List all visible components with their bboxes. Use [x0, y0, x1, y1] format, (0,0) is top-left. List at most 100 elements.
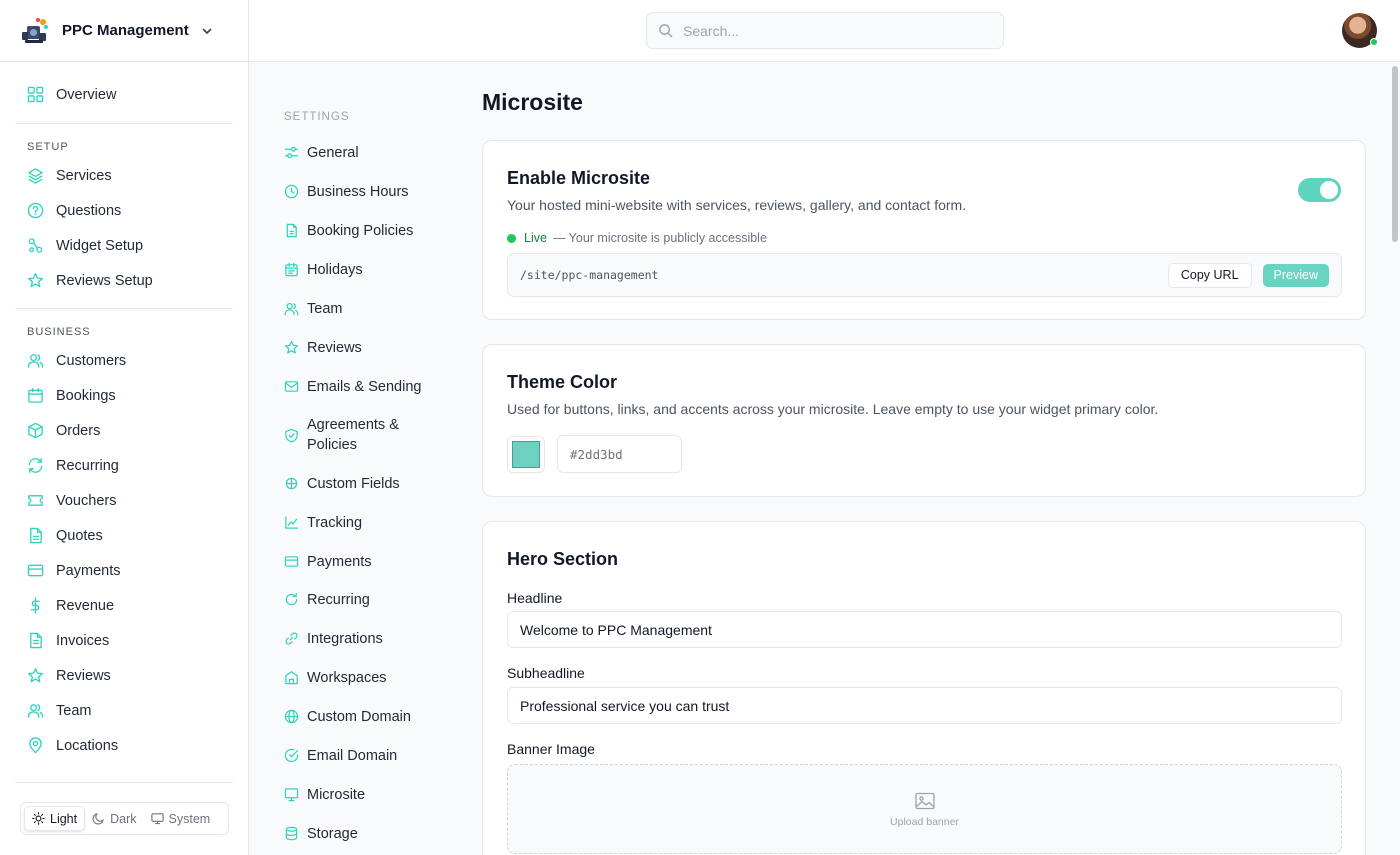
nav-item-orders[interactable]: Orders: [15, 413, 233, 448]
star-icon: [28, 668, 43, 683]
enable-microsite-toggle[interactable]: [1298, 178, 1341, 202]
hero-section-card: Hero Section Headline Subheadline Banner…: [482, 521, 1366, 855]
card-description: Your hosted mini-website with services, …: [507, 197, 967, 213]
settings-item-tracking[interactable]: Tracking: [284, 513, 362, 533]
nav-item-recurring[interactable]: Recurring: [15, 448, 233, 483]
theme-system-button[interactable]: System: [144, 806, 218, 831]
theme-label: Dark: [110, 811, 137, 826]
status-label: Live: [524, 231, 547, 245]
clock-icon: [284, 184, 299, 199]
credit-card-icon: [27, 564, 44, 577]
settings-item-recurring[interactable]: Recurring: [284, 590, 370, 610]
settings-item-email-domain[interactable]: Email Domain: [284, 746, 397, 766]
settings-label: Holidays: [307, 262, 363, 278]
calendar-icon: [285, 262, 298, 277]
nav-item-invoices[interactable]: Invoices: [15, 623, 233, 658]
status-indicator: Live — Your microsite is publicly access…: [507, 231, 767, 245]
nav-item-team[interactable]: Team: [15, 693, 233, 728]
nav-label: Recurring: [56, 457, 119, 474]
layers-icon: [28, 168, 43, 184]
nav-item-payments[interactable]: Payments: [15, 553, 233, 588]
nav-item-locations[interactable]: Locations: [15, 728, 233, 763]
settings-item-booking-policies[interactable]: Booking Policies: [284, 221, 413, 241]
nav-label: Reviews Setup: [56, 272, 153, 289]
section-heading-setup: SETUP: [27, 141, 69, 153]
banner-upload-dropzone[interactable]: Upload banner: [507, 764, 1342, 854]
search-input[interactable]: [683, 22, 973, 39]
nav-item-revenue[interactable]: Revenue: [15, 588, 233, 623]
headline-input[interactable]: [507, 611, 1342, 648]
preview-button[interactable]: Preview: [1262, 263, 1329, 287]
theme-switcher: Light Dark System: [20, 802, 229, 835]
settings-item-custom-fields[interactable]: Custom Fields: [284, 474, 400, 494]
avatar[interactable]: [1342, 13, 1378, 48]
nav-item-overview[interactable]: Overview: [15, 76, 233, 113]
settings-item-storage[interactable]: Storage: [284, 824, 358, 844]
settings-label: Workspaces: [307, 670, 387, 686]
nav-item-reviews-setup[interactable]: Reviews Setup: [15, 263, 233, 298]
settings-label: General: [307, 145, 359, 161]
settings-item-microsite[interactable]: Microsite: [284, 785, 365, 805]
settings-label: Storage: [307, 826, 358, 842]
users-icon: [27, 704, 44, 718]
nav-item-services[interactable]: Services: [15, 158, 233, 193]
divider: [15, 308, 233, 309]
settings-label: Team: [307, 301, 343, 317]
subheadline-input[interactable]: [507, 687, 1342, 724]
nav-item-bookings[interactable]: Bookings: [15, 378, 233, 413]
color-swatch[interactable]: [507, 436, 545, 473]
nav-label: Vouchers: [56, 492, 117, 509]
divider: [15, 123, 233, 124]
nav-label: Locations: [56, 737, 119, 754]
globe-icon: [284, 709, 299, 724]
calendar-icon: [28, 388, 43, 403]
nav-label: Invoices: [56, 632, 110, 649]
nav-item-reviews[interactable]: Reviews: [15, 658, 233, 693]
hex-color-input[interactable]: [557, 435, 682, 473]
nav-label: Team: [56, 702, 92, 719]
nav-item-quotes[interactable]: Quotes: [15, 518, 233, 553]
users-icon: [27, 354, 44, 368]
settings-item-reviews[interactable]: Reviews: [284, 338, 362, 358]
settings-item-general[interactable]: General: [284, 143, 359, 163]
nav-item-customers[interactable]: Customers: [15, 343, 233, 378]
status-note: — Your microsite is publicly accessible: [552, 231, 767, 245]
scrollbar[interactable]: [1390, 62, 1400, 855]
workspace-switcher[interactable]: PPC Management: [0, 0, 248, 62]
settings-item-emails-sending[interactable]: Emails & Sending: [284, 377, 421, 397]
nav-label: Customers: [56, 352, 127, 369]
settings-item-holidays[interactable]: Holidays: [284, 260, 363, 280]
nav-item-widget-setup[interactable]: Widget Setup: [15, 228, 233, 263]
refresh-icon: [285, 592, 298, 606]
map-pin-icon: [29, 737, 42, 754]
divider: [15, 782, 233, 783]
theme-light-button[interactable]: Light: [24, 806, 86, 831]
scrollbar-thumb[interactable]: [1392, 66, 1398, 242]
nav-item-questions[interactable]: Questions: [15, 193, 233, 228]
brand-logo: [20, 16, 50, 46]
page-title: Microsite: [482, 89, 583, 115]
theme-dark-button[interactable]: Dark: [85, 806, 143, 831]
dollar-icon: [30, 597, 40, 614]
settings-item-agreements-policies[interactable]: Agreements & Policies: [284, 415, 434, 455]
nav-label: Widget Setup: [56, 237, 144, 254]
settings-item-business-hours[interactable]: Business Hours: [284, 182, 409, 202]
nav-item-vouchers[interactable]: Vouchers: [15, 483, 233, 518]
settings-item-workspaces[interactable]: Workspaces: [284, 668, 387, 688]
settings-label: Reviews: [307, 340, 362, 356]
settings-item-integrations[interactable]: Integrations: [284, 629, 383, 649]
settings-item-custom-domain[interactable]: Custom Domain: [284, 707, 411, 727]
search-box[interactable]: [646, 12, 1004, 49]
nav-label: Payments: [56, 562, 121, 579]
check-circle-icon: [284, 748, 299, 763]
card-description: Used for buttons, links, and accents acr…: [507, 401, 1159, 417]
settings-item-payments[interactable]: Payments: [284, 552, 371, 572]
question-circle-icon: [27, 202, 44, 219]
settings-label: Recurring: [307, 592, 370, 608]
widget-icon: [28, 238, 43, 253]
copy-url-button[interactable]: Copy URL: [1167, 262, 1252, 288]
online-status-dot: [1370, 38, 1378, 46]
nav-label: Overview: [56, 86, 117, 103]
settings-item-team[interactable]: Team: [284, 299, 342, 319]
settings-label: Integrations: [307, 631, 383, 647]
